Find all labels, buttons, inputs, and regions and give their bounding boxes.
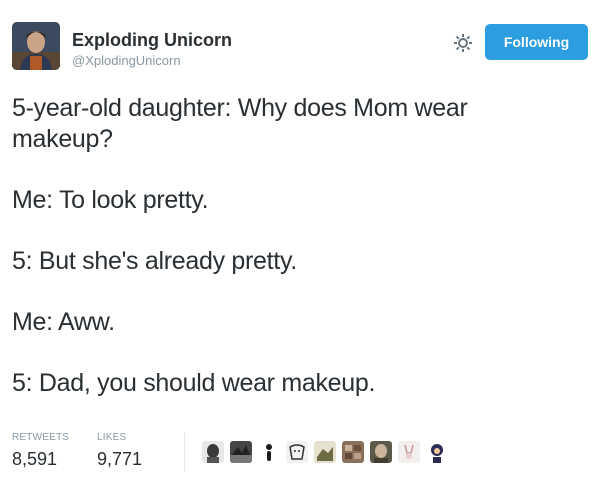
tweet-line: 5-year-old daughter: Why does Mom wear m… — [12, 94, 468, 153]
liker-avatar-4-icon[interactable] — [286, 441, 308, 463]
stats-divider — [184, 432, 185, 472]
liker-avatar-1-icon[interactable] — [202, 441, 224, 463]
following-button[interactable]: Following — [485, 24, 588, 60]
tweet-line: Me: Aww. — [12, 308, 115, 336]
retweets-stat[interactable]: RETWEETS 8,591 — [12, 432, 69, 470]
author-display-name[interactable]: Exploding Unicorn — [72, 30, 232, 51]
liker-avatar-9-icon[interactable] — [426, 441, 448, 463]
likes-count: 9,771 — [97, 449, 143, 469]
tweet-line: Me: To look pretty. — [12, 186, 209, 214]
retweets-count: 8,591 — [12, 449, 58, 469]
tweet-text: 5-year-old daughter: Why does Mom wear m… — [12, 93, 572, 429]
tweet-card: Exploding Unicorn @XplodingUnicorn Follo… — [0, 0, 600, 481]
author-handle[interactable]: @XplodingUnicorn — [72, 53, 181, 68]
liker-avatar-6-icon[interactable] — [342, 441, 364, 463]
likers-avatars — [202, 438, 448, 466]
author-avatar[interactable] — [12, 22, 60, 70]
liker-avatar-3-icon[interactable] — [258, 441, 280, 463]
user-photo-avatar-icon — [12, 22, 60, 70]
retweets-label: RETWEETS — [12, 432, 70, 443]
liker-avatar-2-icon[interactable] — [230, 441, 252, 463]
gear-icon[interactable] — [453, 33, 473, 53]
likes-label: LIKES — [97, 432, 127, 443]
tweet-line: 5: Dad, you should wear makeup. — [12, 369, 376, 397]
tweet-line: 5: But she's already pretty. — [12, 247, 297, 275]
liker-avatar-8-icon[interactable] — [398, 441, 420, 463]
likes-stat[interactable]: LIKES 9,771 — [97, 432, 142, 470]
liker-avatar-5-icon[interactable] — [314, 441, 336, 463]
liker-avatar-7-icon[interactable] — [370, 441, 392, 463]
